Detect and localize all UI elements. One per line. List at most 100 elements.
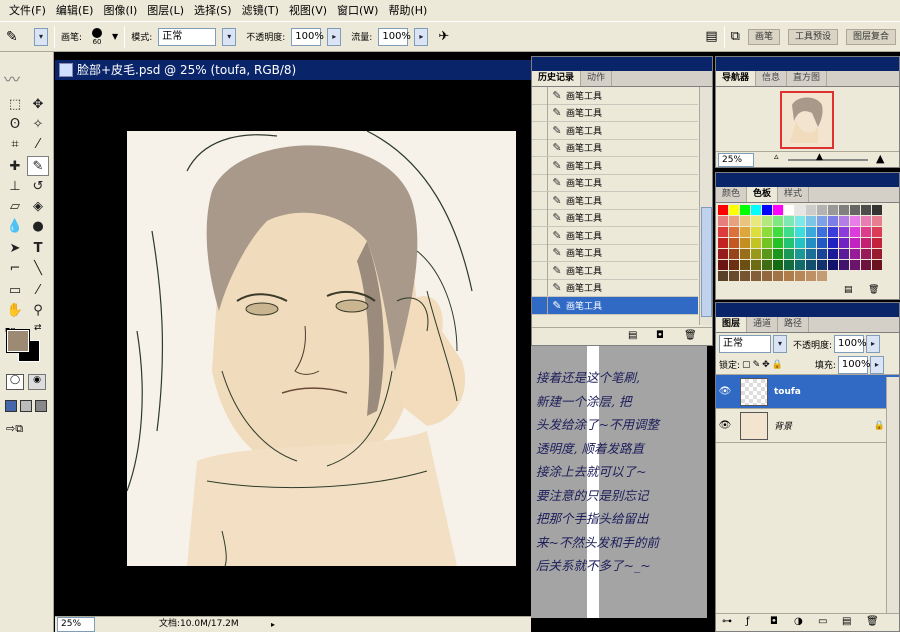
slice-tool-icon[interactable]: ⁄ [27,134,49,154]
color-swatch[interactable] [751,205,761,215]
color-swatch[interactable] [839,216,849,226]
color-swatch[interactable] [751,271,761,281]
quick-mask-icon[interactable]: ◉ [28,374,46,390]
adobe-feather-icon[interactable]: 〰 [4,66,50,89]
brush-preview[interactable]: 60 [88,27,106,46]
tab-info[interactable]: 信息 [756,71,788,86]
mode-dropdown-arrow[interactable]: ▾ [222,27,237,46]
history-scrollbar-thumb[interactable] [701,207,712,317]
history-item[interactable]: ✎ 画笔工具 [532,87,698,105]
color-swatch[interactable] [795,238,805,248]
history-panel-titlebar[interactable] [532,57,712,71]
color-swatch[interactable] [784,271,794,281]
color-swatch[interactable] [861,227,871,237]
delete-layer-icon[interactable]: 🗑 [866,616,879,627]
color-swatch[interactable] [784,238,794,248]
color-swatch[interactable] [872,227,882,237]
opacity-input[interactable]: 100% [291,27,324,46]
color-swatch[interactable] [751,238,761,248]
color-swatch[interactable] [850,227,860,237]
color-swatch[interactable] [828,238,838,248]
color-swatch[interactable] [762,227,772,237]
color-swatch[interactable] [740,271,750,281]
path-selection-tool-icon[interactable]: ➤ [4,238,26,258]
color-swatch[interactable] [817,227,827,237]
color-swatch[interactable] [850,216,860,226]
color-swatch[interactable] [718,238,728,248]
color-swatch[interactable] [784,205,794,215]
color-swatch[interactable] [784,249,794,259]
color-swatch[interactable] [850,205,860,215]
color-swatch[interactable] [762,271,772,281]
color-swatch[interactable] [861,249,871,259]
opacity-slider-arrow[interactable]: ▸ [327,27,342,46]
color-swatch[interactable] [872,238,882,248]
history-item[interactable]: ✎ 画笔工具 [532,226,698,245]
file-browser-icon[interactable]: ▤ [705,29,717,44]
color-swatch[interactable] [795,205,805,215]
fill-arrow[interactable]: ▸ [869,355,884,374]
healing-brush-tool-icon[interactable]: ✚ [4,156,26,176]
color-swatch[interactable] [773,227,783,237]
color-swatch[interactable] [762,249,772,259]
color-swatch[interactable] [740,205,750,215]
menu-view[interactable]: 视图(V) [284,0,332,22]
layer-style-icon[interactable]: ƒ [746,616,750,627]
color-swatch[interactable] [817,271,827,281]
color-swatch[interactable] [795,260,805,270]
tab-swatches[interactable]: 色板 [747,187,779,202]
menu-filter[interactable]: 滤镜(T) [237,0,284,22]
history-item[interactable]: ✎ 画笔工具 [532,261,698,280]
color-swatch[interactable] [839,238,849,248]
history-item-current[interactable]: ✎ 画笔工具 [532,296,698,315]
history-item[interactable]: ✎ 画笔工具 [532,156,698,175]
color-swatch[interactable] [861,216,871,226]
eyedropper-tool-icon[interactable]: ⁄ [27,280,49,300]
type-tool-icon[interactable]: T [27,238,49,258]
eraser-tool-icon[interactable]: ▱ [4,196,26,216]
layer-mask-icon[interactable]: ◘ [770,616,778,627]
dodge-tool-icon[interactable]: ● [27,216,49,236]
color-swatch[interactable] [740,216,750,226]
color-swatch[interactable] [740,260,750,270]
menu-window[interactable]: 窗口(W) [332,0,383,22]
menu-file[interactable]: 文件(F) [4,0,51,22]
color-swatch[interactable] [718,260,728,270]
color-swatch[interactable] [828,205,838,215]
workspace-tab-brushes[interactable]: 画笔 [747,28,780,45]
adjustment-layer-icon[interactable]: ◑ [794,616,803,627]
clone-stamp-tool-icon[interactable]: ⊥ [4,176,26,196]
color-swatch[interactable] [828,260,838,270]
brush-tool-icon[interactable]: ✎ [27,156,49,176]
color-swatch[interactable] [872,249,882,259]
zoom-slider-thumb-icon[interactable]: ▲ [816,152,823,162]
history-item[interactable]: ✎ 画笔工具 [532,209,698,227]
navigator-zoom-field[interactable]: 25% [718,153,754,167]
color-swatch[interactable] [740,249,750,259]
color-swatch[interactable] [762,260,772,270]
move-tool-icon[interactable]: ✥ [27,94,49,114]
color-swatch[interactable] [773,205,783,215]
tab-color[interactable]: 颜色 [716,187,748,202]
mode-select[interactable]: 正常 [158,27,217,46]
tab-layers[interactable]: 图层 [716,317,748,332]
new-group-icon[interactable]: ▭ [818,616,827,627]
color-swatch[interactable] [740,227,750,237]
color-swatch[interactable] [850,260,860,270]
flow-slider-arrow[interactable]: ▸ [414,27,429,46]
color-swatch[interactable] [861,238,871,248]
color-swatch[interactable] [828,249,838,259]
color-swatch[interactable] [751,227,761,237]
lock-transparency-icon[interactable]: ▢ [742,360,751,370]
color-swatch[interactable] [718,205,728,215]
status-menu-arrow-icon[interactable]: ▸ [271,617,275,632]
zoom-in-icon[interactable]: ▲ [876,152,884,165]
layer-row-background[interactable]: 👁 背景 🔒 [716,409,899,443]
color-swatch[interactable] [817,238,827,248]
zoom-field[interactable]: 25% [57,617,95,632]
lasso-tool-icon[interactable]: ʘ [4,114,26,134]
color-swatch[interactable] [729,205,739,215]
layers-scrollbar[interactable] [886,377,899,613]
flow-input[interactable]: 100% [378,27,411,46]
color-swatch[interactable] [762,205,772,215]
